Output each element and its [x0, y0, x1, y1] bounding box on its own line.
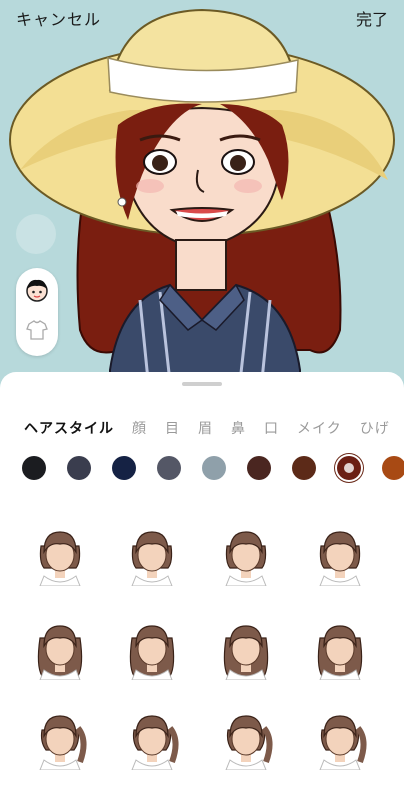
hairstyle-option-long-tied-bangs[interactable] [312, 616, 368, 681]
tshirt-icon[interactable] [25, 318, 49, 342]
hair-color-swatch[interactable] [247, 456, 271, 480]
hairstyle-option-medium-bob[interactable] [312, 522, 368, 587]
hair-color-swatch[interactable] [157, 456, 181, 480]
hairstyle-option-long-wavy[interactable] [124, 616, 180, 681]
tab-eyes[interactable]: 目 [165, 418, 180, 438]
top-bar: キャンセル 完了 [0, 0, 404, 34]
tab-face[interactable]: 顔 [132, 418, 147, 438]
hairstyle-option-side-bob[interactable] [218, 522, 274, 587]
avatar-preview: キャンセル 完了 [0, 0, 404, 400]
hairstyle-option-side-ponytail[interactable] [312, 706, 368, 771]
hair-color-swatch[interactable] [112, 456, 136, 480]
face-icon[interactable] [24, 277, 50, 303]
cancel-button[interactable]: キャンセル [16, 6, 101, 30]
avatar-illustration [9, 8, 395, 400]
editor-sheet: ヘアスタイル顔目眉鼻口メイク ひげ [0, 372, 404, 800]
hairstyle-option-short-wavy[interactable] [124, 522, 180, 587]
tab-makeup[interactable]: メイク [297, 418, 342, 438]
sheet-handle[interactable] [182, 382, 222, 386]
rotate-button[interactable] [16, 214, 56, 254]
tab-mouth[interactable]: 口 [264, 418, 279, 438]
hairstyle-option-long-side-part[interactable] [32, 616, 88, 681]
hairstyle-option-ponytail-low[interactable] [124, 706, 180, 771]
hair-color-swatch[interactable] [22, 456, 46, 480]
hair-color-swatch[interactable] [67, 456, 91, 480]
hair-color-swatch[interactable] [337, 456, 361, 480]
tab-hairstyle[interactable]: ヘアスタイル [24, 418, 114, 438]
hairstyle-option-short-bob[interactable] [32, 522, 88, 587]
hairstyle-option-long-bangs[interactable] [218, 706, 274, 771]
tab-beard[interactable]: ひげ [360, 418, 390, 438]
tab-nose[interactable]: 鼻 [231, 418, 246, 438]
hairstyle-option-long-straight-bangs[interactable] [218, 616, 274, 681]
done-button[interactable]: 完了 [356, 6, 388, 30]
category-tabs: ヘアスタイル顔目眉鼻口メイク ひげ [24, 418, 404, 438]
hair-color-swatch[interactable] [202, 456, 226, 480]
hairstyle-option-ponytail-side[interactable] [32, 706, 88, 771]
category-switcher [16, 268, 58, 356]
hair-color-swatch[interactable] [292, 456, 316, 480]
tab-eyebrows[interactable]: 眉 [198, 418, 213, 438]
hair-color-swatch[interactable] [382, 456, 404, 480]
